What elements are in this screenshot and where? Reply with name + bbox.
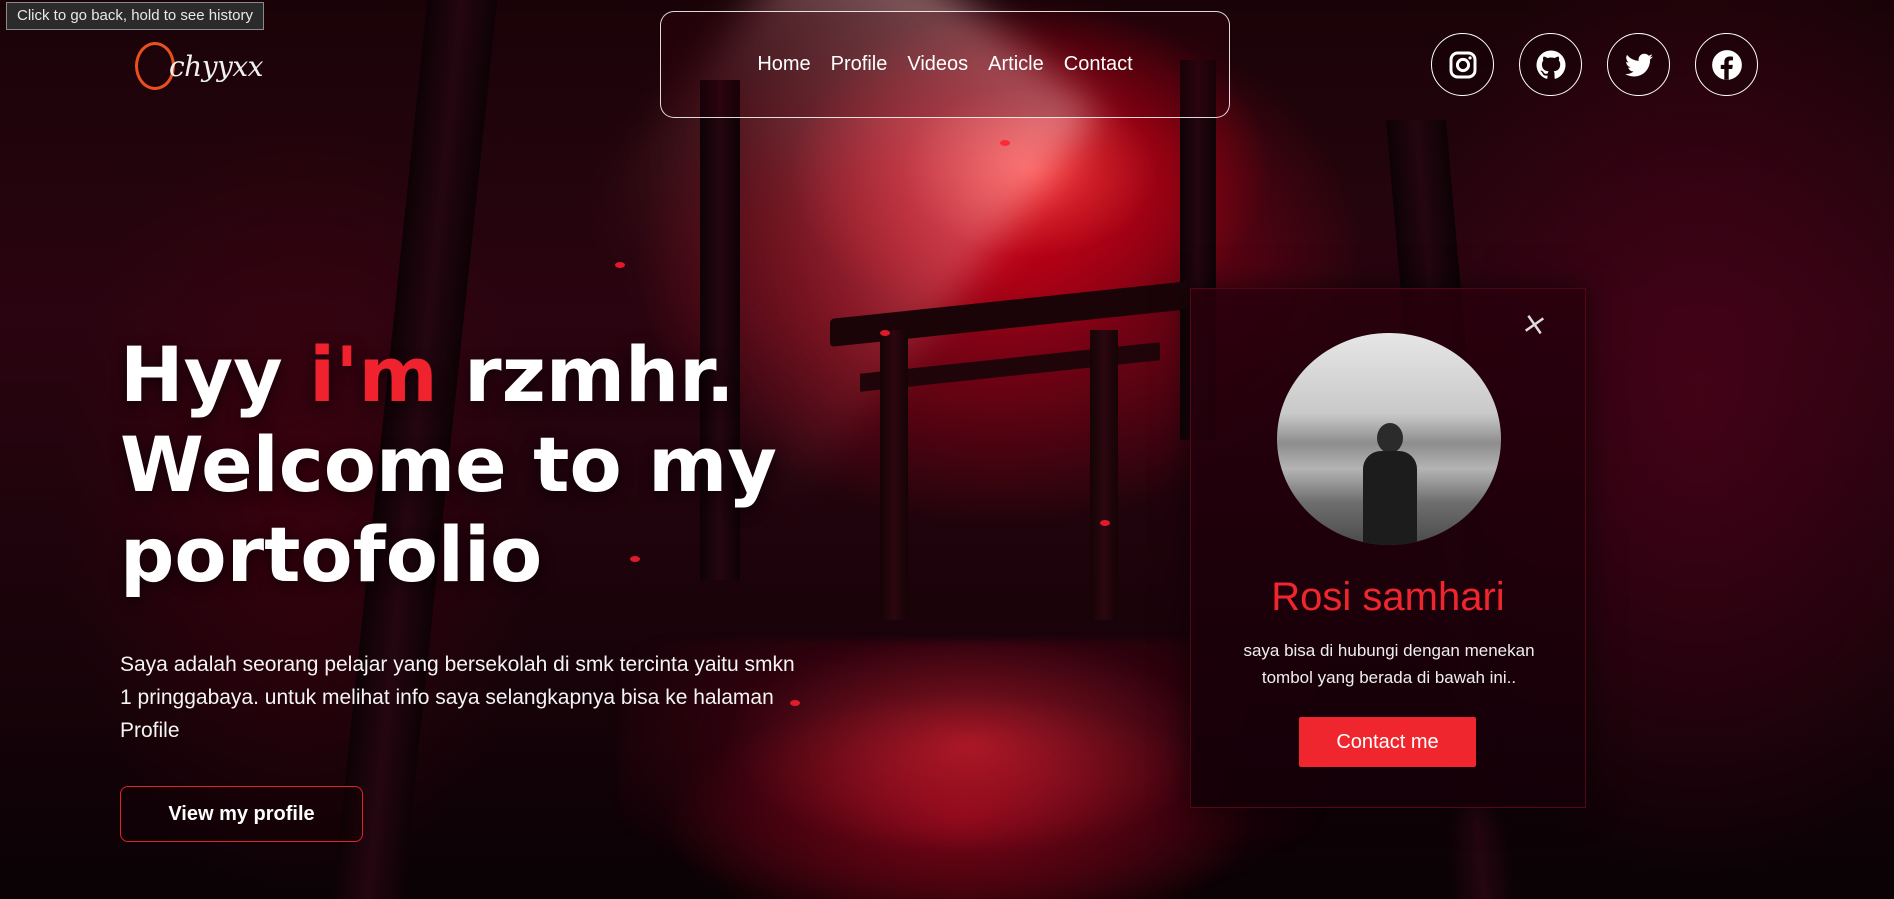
logo-text: chyyxx bbox=[169, 49, 263, 83]
twitter-icon bbox=[1624, 53, 1653, 76]
github-icon bbox=[1535, 50, 1566, 79]
avatar-person-body bbox=[1363, 451, 1417, 545]
facebook-icon bbox=[1711, 49, 1742, 80]
falling-leaf bbox=[880, 330, 890, 336]
profile-card: × Rosi samhari saya bisa di hubungi deng… bbox=[1190, 288, 1586, 808]
falling-leaf bbox=[1100, 520, 1110, 526]
hero-title-post: rzmhr. bbox=[437, 330, 735, 419]
avatar-person-head bbox=[1377, 423, 1403, 453]
facebook-link[interactable] bbox=[1695, 33, 1758, 96]
torii-gate bbox=[830, 281, 1190, 620]
profile-info: saya bisa di hubungi dengan menekan tomb… bbox=[1243, 641, 1535, 687]
main-nav: Home Profile Videos Article Contact bbox=[660, 11, 1230, 118]
nav-article[interactable]: Article bbox=[988, 53, 1044, 76]
back-history-tooltip: Click to go back, hold to see history bbox=[6, 2, 264, 30]
avatar bbox=[1277, 333, 1501, 545]
hero-title-line3: portofolio bbox=[120, 510, 543, 599]
falling-leaf bbox=[1000, 140, 1010, 146]
falling-leaf bbox=[615, 262, 625, 268]
view-profile-button[interactable]: View my profile bbox=[120, 786, 363, 842]
site-logo[interactable]: chyyxx bbox=[135, 42, 263, 90]
close-icon[interactable]: × bbox=[1519, 305, 1550, 344]
social-links bbox=[1431, 33, 1758, 96]
twitter-link[interactable] bbox=[1607, 33, 1670, 96]
instagram-link[interactable] bbox=[1431, 33, 1494, 96]
hero-title-accent: i'm bbox=[309, 330, 438, 419]
github-link[interactable] bbox=[1519, 33, 1582, 96]
instagram-icon bbox=[1449, 51, 1476, 78]
profile-name: Rosi samhari bbox=[1271, 575, 1505, 619]
hero-description: Saya adalah seorang pelajar yang berseko… bbox=[120, 653, 795, 742]
hero-title-pre: Hyy bbox=[120, 330, 310, 419]
nav-contact[interactable]: Contact bbox=[1064, 53, 1133, 76]
nav-home[interactable]: Home bbox=[757, 53, 810, 76]
hero-title: Hyy i'm rzmhr. Welcome to my portofolio bbox=[120, 330, 840, 600]
nav-videos[interactable]: Videos bbox=[907, 53, 968, 76]
contact-me-button[interactable]: Contact me bbox=[1299, 717, 1476, 767]
hero-title-line2: Welcome to my bbox=[120, 420, 777, 509]
nav-profile[interactable]: Profile bbox=[831, 53, 888, 76]
